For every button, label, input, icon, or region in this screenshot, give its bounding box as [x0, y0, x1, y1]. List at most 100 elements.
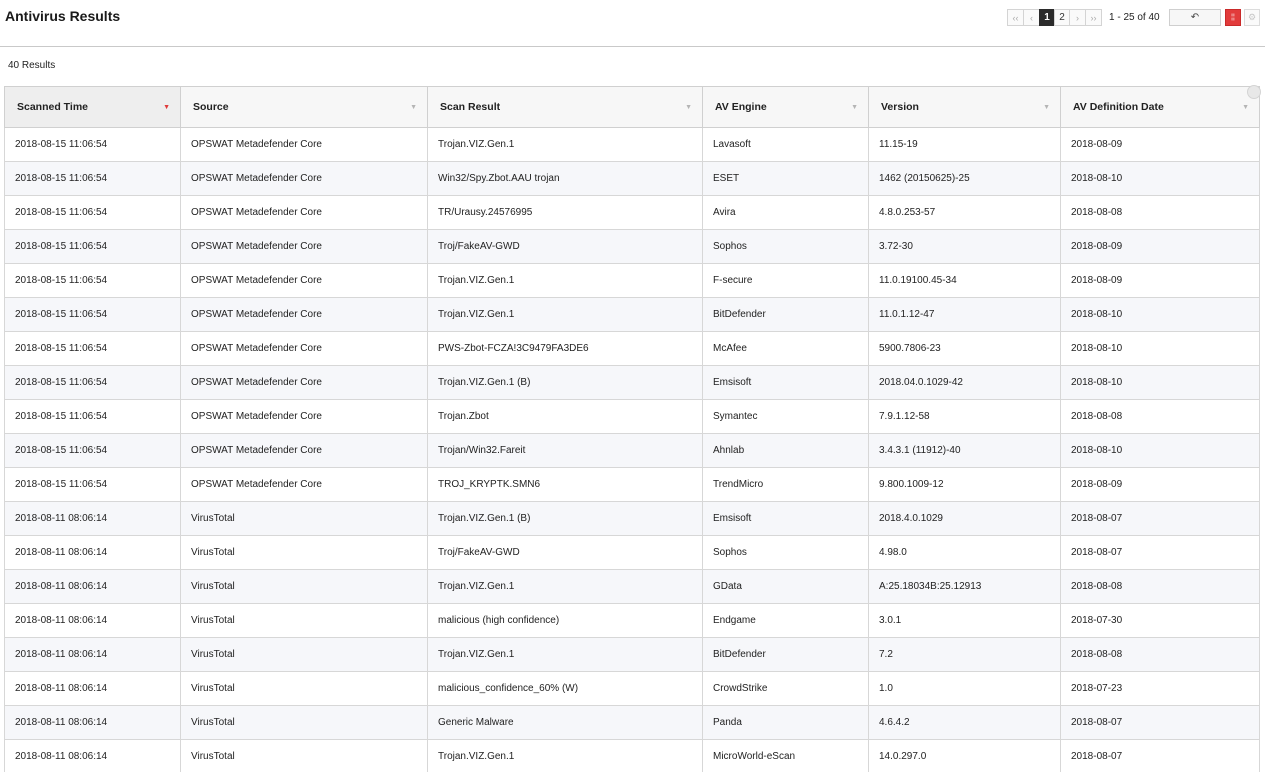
- column-header-source[interactable]: Source ▼: [180, 86, 428, 128]
- column-header-scanned-time[interactable]: Scanned Time ▼: [4, 86, 181, 128]
- column-label: AV Engine: [715, 101, 767, 113]
- cell-scan-result: TROJ_KRYPTK.SMN6: [427, 467, 703, 502]
- cell-scan-result: Trojan.VIZ.Gen.1: [427, 127, 703, 162]
- cell-source: OPSWAT Metadefender Core: [180, 161, 428, 196]
- page-2-button[interactable]: 2: [1054, 9, 1070, 26]
- cell-source: VirusTotal: [180, 535, 428, 570]
- cell-av-engine: GData: [702, 569, 869, 604]
- cell-version: A:25.18034B:25.12913: [868, 569, 1061, 604]
- cell-av-engine: Emsisoft: [702, 501, 869, 536]
- column-menu-icon[interactable]: ▼: [851, 104, 858, 111]
- cell-source: VirusTotal: [180, 569, 428, 604]
- cell-version: 11.15-19: [868, 127, 1061, 162]
- cell-source: OPSWAT Metadefender Core: [180, 467, 428, 502]
- cell-scan-result: Generic Malware: [427, 705, 703, 740]
- cell-av-engine: Sophos: [702, 535, 869, 570]
- cell-source: OPSWAT Metadefender Core: [180, 263, 428, 298]
- cell-scan-result: malicious_confidence_60% (W): [427, 671, 703, 706]
- table-row[interactable]: 2018-08-11 08:06:14 VirusTotal malicious_c…: [4, 671, 1260, 706]
- table-row[interactable]: 2018-08-15 11:06:54 OPSWAT Metadefender C…: [4, 331, 1260, 366]
- column-label: Source: [193, 101, 229, 113]
- prev-page-button[interactable]: ‹: [1023, 9, 1040, 26]
- cell-av-definition-date: 2018-08-10: [1060, 297, 1260, 332]
- page-1-button[interactable]: 1: [1039, 9, 1055, 26]
- undo-button[interactable]: ↶: [1169, 9, 1221, 26]
- table-row[interactable]: 2018-08-15 11:06:54 OPSWAT Metadefender C…: [4, 161, 1260, 196]
- cell-av-definition-date: 2018-08-09: [1060, 467, 1260, 502]
- cell-av-definition-date: 2018-08-08: [1060, 637, 1260, 672]
- cell-scan-result: Troj/FakeAV-GWD: [427, 535, 703, 570]
- table-row[interactable]: 2018-08-15 11:06:54 OPSWAT Metadefender C…: [4, 365, 1260, 400]
- table-row[interactable]: 2018-08-15 11:06:54 OPSWAT Metadefender C…: [4, 127, 1260, 162]
- cell-version: 7.9.1.12-58: [868, 399, 1061, 434]
- table-row[interactable]: 2018-08-15 11:06:54 OPSWAT Metadefender C…: [4, 195, 1260, 230]
- columns-toggle-button[interactable]: ¦¦: [1225, 9, 1241, 26]
- cell-av-definition-date: 2018-08-10: [1060, 365, 1260, 400]
- table-row[interactable]: 2018-08-15 11:06:54 OPSWAT Metadefender C…: [4, 467, 1260, 502]
- cell-source: OPSWAT Metadefender Core: [180, 399, 428, 434]
- cell-av-definition-date: 2018-07-30: [1060, 603, 1260, 638]
- table-row[interactable]: 2018-08-11 08:06:14 VirusTotal malicious (…: [4, 603, 1260, 638]
- cell-scan-result: Win32/Spy.Zbot.AAU trojan: [427, 161, 703, 196]
- cell-av-engine: Sophos: [702, 229, 869, 264]
- cell-av-definition-date: 2018-08-10: [1060, 331, 1260, 366]
- cell-scan-result: Trojan/Win32.Fareit: [427, 433, 703, 468]
- table-row[interactable]: 2018-08-11 08:06:14 VirusTotal Trojan.VIZ.…: [4, 637, 1260, 672]
- cell-av-definition-date: 2018-07-23: [1060, 671, 1260, 706]
- column-menu-icon[interactable]: ▼: [1043, 104, 1050, 111]
- table-row[interactable]: 2018-08-15 11:06:54 OPSWAT Metadefender C…: [4, 297, 1260, 332]
- cell-av-definition-date: 2018-08-09: [1060, 127, 1260, 162]
- cell-version: 3.4.3.1 (11912)-40: [868, 433, 1061, 468]
- column-header-av-engine[interactable]: AV Engine ▼: [702, 86, 869, 128]
- last-page-button[interactable]: ››: [1085, 9, 1102, 26]
- cell-version: 14.0.297.0: [868, 739, 1061, 772]
- cell-scanned-time: 2018-08-15 11:06:54: [4, 161, 181, 196]
- column-header-scan-result[interactable]: Scan Result ▼: [427, 86, 703, 128]
- table-body: 2018-08-15 11:06:54 OPSWAT Metadefender C…: [4, 127, 1260, 772]
- cell-av-definition-date: 2018-08-08: [1060, 569, 1260, 604]
- cell-av-engine: TrendMicro: [702, 467, 869, 502]
- cell-scanned-time: 2018-08-15 11:06:54: [4, 297, 181, 332]
- cell-version: 4.8.0.253-57: [868, 195, 1061, 230]
- sort-desc-icon[interactable]: ▼: [163, 104, 170, 111]
- settings-button[interactable]: ⚙: [1244, 9, 1260, 26]
- cell-av-engine: Emsisoft: [702, 365, 869, 400]
- table-row[interactable]: 2018-08-15 11:06:54 OPSWAT Metadefender C…: [4, 433, 1260, 468]
- column-menu-icon[interactable]: ▼: [410, 104, 417, 111]
- cell-av-engine: Avira: [702, 195, 869, 230]
- cell-av-engine: Lavasoft: [702, 127, 869, 162]
- table-row[interactable]: 2018-08-15 11:06:54 OPSWAT Metadefender C…: [4, 229, 1260, 264]
- cell-av-engine: BitDefender: [702, 637, 869, 672]
- cell-av-definition-date: 2018-08-08: [1060, 399, 1260, 434]
- column-menu-icon[interactable]: ▼: [685, 104, 692, 111]
- cell-scanned-time: 2018-08-15 11:06:54: [4, 365, 181, 400]
- cell-version: 5900.7806-23: [868, 331, 1061, 366]
- cell-av-engine: F-secure: [702, 263, 869, 298]
- next-page-button[interactable]: ›: [1069, 9, 1086, 26]
- cell-av-definition-date: 2018-08-10: [1060, 161, 1260, 196]
- table-row[interactable]: 2018-08-11 08:06:14 VirusTotal Trojan.VIZ.…: [4, 739, 1260, 772]
- cell-source: VirusTotal: [180, 637, 428, 672]
- table-row[interactable]: 2018-08-15 11:06:54 OPSWAT Metadefender C…: [4, 263, 1260, 298]
- column-menu-icon[interactable]: ▼: [1242, 104, 1249, 111]
- cell-av-definition-date: 2018-08-09: [1060, 229, 1260, 264]
- cell-source: VirusTotal: [180, 739, 428, 772]
- cell-source: VirusTotal: [180, 603, 428, 638]
- cell-scan-result: Trojan.VIZ.Gen.1: [427, 569, 703, 604]
- scroll-corner: [1247, 85, 1261, 99]
- table-row[interactable]: 2018-08-11 08:06:14 VirusTotal Generic Mal…: [4, 705, 1260, 740]
- table-row[interactable]: 2018-08-11 08:06:14 VirusTotal Trojan.VIZ.…: [4, 569, 1260, 604]
- column-header-version[interactable]: Version ▼: [868, 86, 1061, 128]
- table-row[interactable]: 2018-08-11 08:06:14 VirusTotal Trojan.VIZ.…: [4, 501, 1260, 536]
- cell-scanned-time: 2018-08-11 08:06:14: [4, 671, 181, 706]
- header-bar: Antivirus Results ‹‹ ‹ 1 2 › ›› 1 - 25 o…: [0, 0, 1265, 47]
- table-row[interactable]: 2018-08-11 08:06:14 VirusTotal Troj/FakeAV…: [4, 535, 1260, 570]
- cell-av-definition-date: 2018-08-09: [1060, 263, 1260, 298]
- undo-icon: ↶: [1190, 12, 1200, 23]
- table-row[interactable]: 2018-08-15 11:06:54 OPSWAT Metadefender C…: [4, 399, 1260, 434]
- cell-source: OPSWAT Metadefender Core: [180, 365, 428, 400]
- column-header-av-definition-date[interactable]: AV Definition Date ▼: [1060, 85, 1261, 128]
- cell-scanned-time: 2018-08-15 11:06:54: [4, 433, 181, 468]
- cell-version: 2018.04.0.1029-42: [868, 365, 1061, 400]
- first-page-button[interactable]: ‹‹: [1007, 9, 1024, 26]
